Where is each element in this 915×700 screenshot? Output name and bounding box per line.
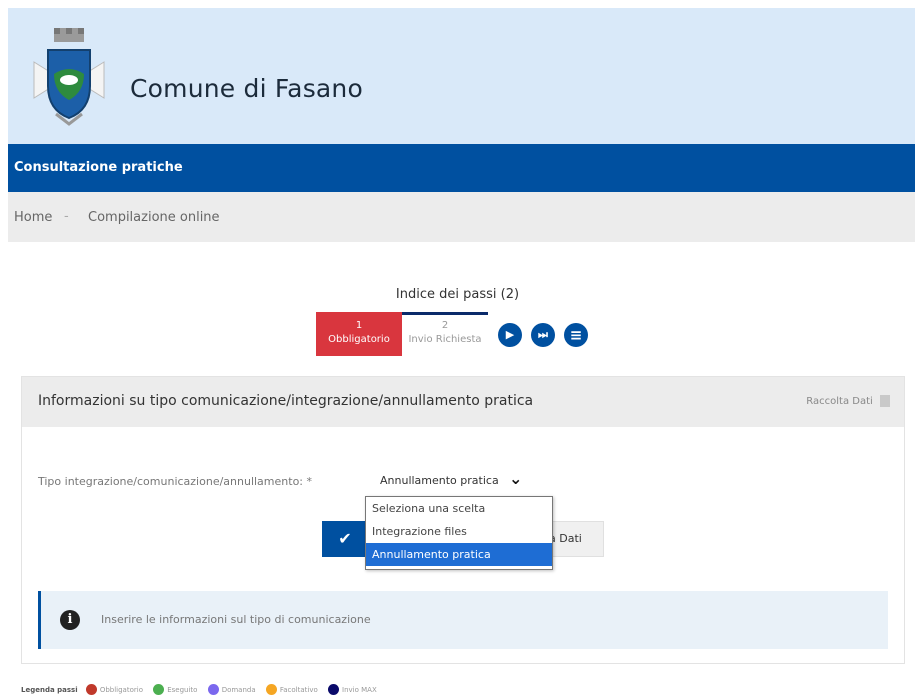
legend-title: Legenda passi xyxy=(21,685,78,694)
dropdown-option[interactable]: Integrazione files xyxy=(366,520,552,543)
site-header: Comune di Fasano xyxy=(8,8,915,144)
step-1-number: 1 xyxy=(355,320,363,331)
field-label: Tipo integrazione/comunicazione/annullam… xyxy=(38,475,313,488)
legend-dot-icon xyxy=(85,684,97,695)
step-1-tab[interactable]: 1 Obbligatorio xyxy=(316,312,402,356)
breadcrumb-current: Compilazione online xyxy=(88,210,220,225)
card-meta: Raccolta Dati xyxy=(806,395,890,407)
step-2-tab[interactable]: 2 Invio Richiesta xyxy=(402,312,488,356)
main-navbar: Consultazione pratiche xyxy=(8,144,915,192)
info-text: Inserire le informazioni sul tipo di com… xyxy=(101,613,371,626)
info-icon: i xyxy=(60,610,80,630)
type-select[interactable]: Annullamento pratica xyxy=(380,474,499,487)
breadcrumb-home-link[interactable]: Home xyxy=(14,210,52,225)
legend-item-label: Eseguito xyxy=(167,685,198,694)
skip-end-icon[interactable]: ⏭ xyxy=(531,323,555,347)
document-icon xyxy=(880,395,890,407)
card-header: Informazioni su tipo comunicazione/integ… xyxy=(22,377,904,427)
info-box: i Inserire le informazioni sul tipo di c… xyxy=(38,591,888,649)
site-title[interactable]: Comune di Fasano xyxy=(130,74,363,103)
legend-dot-icon xyxy=(153,684,165,695)
type-select-dropdown: Seleziona una scelta Integrazione files … xyxy=(365,496,553,570)
step-2-label: Invio Richiesta xyxy=(408,334,482,345)
legend-dot-icon xyxy=(265,684,277,695)
card-meta-label: Raccolta Dati xyxy=(806,396,873,407)
steps-index-title: Indice dei passi (2) xyxy=(395,287,520,302)
dropdown-option[interactable]: Seleziona una scelta xyxy=(366,497,552,520)
nav-title[interactable]: Consultazione pratiche xyxy=(14,160,183,175)
municipal-crest-logo xyxy=(33,28,105,126)
menu-icon[interactable]: ≡ xyxy=(564,323,588,347)
legend-item-label: Obbligatorio xyxy=(99,685,143,694)
step-2-number: 2 xyxy=(441,320,449,331)
legend-item-label: Invio MAX xyxy=(342,685,377,694)
page: Comune di Fasano Consultazione pratiche … xyxy=(0,0,915,700)
steps-legend: Legenda passi Obbligatorio Eseguito Doma… xyxy=(21,684,385,695)
play-icon[interactable]: ▶ xyxy=(498,323,522,347)
breadcrumb-separator: - xyxy=(64,209,69,224)
confirm-button[interactable]: ✔ xyxy=(322,521,368,557)
legend-item-label: Domanda xyxy=(221,685,256,694)
chevron-down-icon[interactable]: ⌄ xyxy=(509,469,522,488)
legend-dot-icon xyxy=(207,684,219,695)
legend-item-label: Facoltativo xyxy=(279,685,318,694)
legend-dot-icon xyxy=(328,684,340,695)
step-1-label: Obbligatorio xyxy=(328,334,390,345)
breadcrumb: Home - Compilazione online xyxy=(8,192,915,242)
card-title: Informazioni su tipo comunicazione/integ… xyxy=(38,393,534,409)
dropdown-option-selected[interactable]: Annullamento pratica xyxy=(366,543,552,566)
